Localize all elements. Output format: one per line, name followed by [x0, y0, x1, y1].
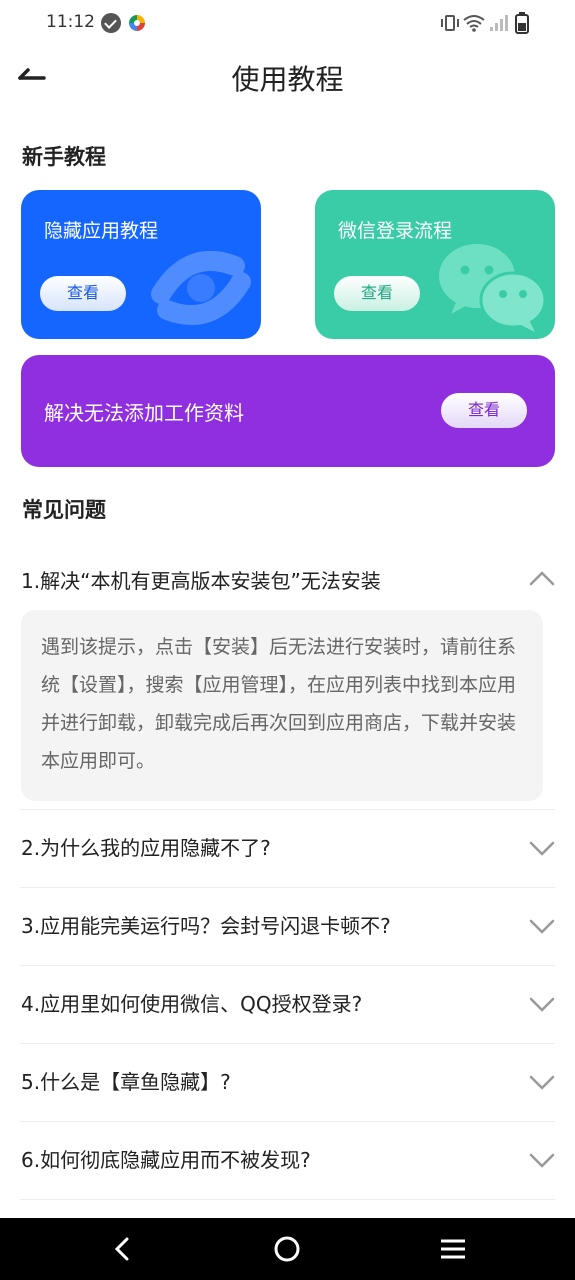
faq-item-5[interactable]: 5.什么是【章鱼隐藏】?: [20, 1044, 555, 1122]
nav-home-icon[interactable]: [272, 1234, 302, 1264]
faq-item-6[interactable]: 6.如何彻底隐藏应用而不被发现?: [20, 1122, 555, 1200]
wifi-icon: [463, 15, 485, 32]
battery-icon: [515, 12, 529, 34]
card-hide-app-tutorial[interactable]: 隐藏应用教程 查看: [21, 190, 261, 339]
eye-slash-icon: [151, 250, 251, 326]
chevron-up-icon[interactable]: [529, 570, 555, 586]
nav-back-icon[interactable]: [107, 1234, 137, 1264]
check-circle-icon: [101, 13, 121, 33]
vibrate-icon: [441, 15, 459, 31]
faq-question: 4.应用里如何使用微信、QQ授权登录?: [21, 992, 363, 1016]
faq-item-4[interactable]: 4.应用里如何使用微信、QQ授权登录?: [20, 966, 555, 1044]
faq-answer: 遇到该提示，点击【安装】后无法进行安装时，请前往系统【设置】，搜索【应用管理】，…: [21, 610, 543, 801]
status-time: 11:12: [46, 12, 95, 32]
view-button[interactable]: 查看: [441, 393, 527, 428]
chevron-down-icon[interactable]: [529, 996, 555, 1012]
system-nav-bar: [0, 1218, 575, 1280]
signal-icon: [490, 15, 508, 31]
view-button[interactable]: 查看: [40, 276, 126, 311]
faq-question: 1.解决“本机有更高版本安装包”无法安装: [21, 569, 381, 593]
faq-question: 6.如何彻底隐藏应用而不被发现?: [21, 1148, 311, 1172]
wechat-icon: [439, 244, 547, 332]
card-title: 隐藏应用教程: [44, 220, 159, 242]
card-work-profile[interactable]: 解决无法添加工作资料 查看: [21, 355, 555, 467]
section-heading-beginner: 新手教程: [22, 145, 106, 169]
nav-menu-icon[interactable]: [438, 1234, 468, 1264]
card-title: 解决无法添加工作资料: [44, 401, 244, 425]
chevron-down-icon[interactable]: [529, 840, 555, 856]
chevron-down-icon[interactable]: [529, 918, 555, 934]
card-wechat-login[interactable]: 微信登录流程 查看: [315, 190, 555, 339]
faq-question: 5.什么是【章鱼隐藏】?: [21, 1070, 231, 1094]
faq-question: 3.应用能完美运行吗？会封号闪退卡顿不?: [21, 914, 391, 938]
view-button[interactable]: 查看: [334, 276, 420, 311]
section-heading-faq: 常见问题: [22, 498, 106, 522]
faq-item-2[interactable]: 2.为什么我的应用隐藏不了?: [20, 810, 555, 888]
chevron-down-icon[interactable]: [529, 1074, 555, 1090]
faq-item-3[interactable]: 3.应用能完美运行吗？会封号闪退卡顿不?: [20, 888, 555, 966]
page-title: 使用教程: [231, 63, 344, 96]
faq-question: 2.为什么我的应用隐藏不了?: [21, 836, 271, 860]
app-notification-icon: [129, 15, 145, 31]
card-title: 微信登录流程: [338, 220, 453, 242]
status-bar: 11:12: [0, 0, 575, 48]
chevron-down-icon[interactable]: [529, 1152, 555, 1168]
